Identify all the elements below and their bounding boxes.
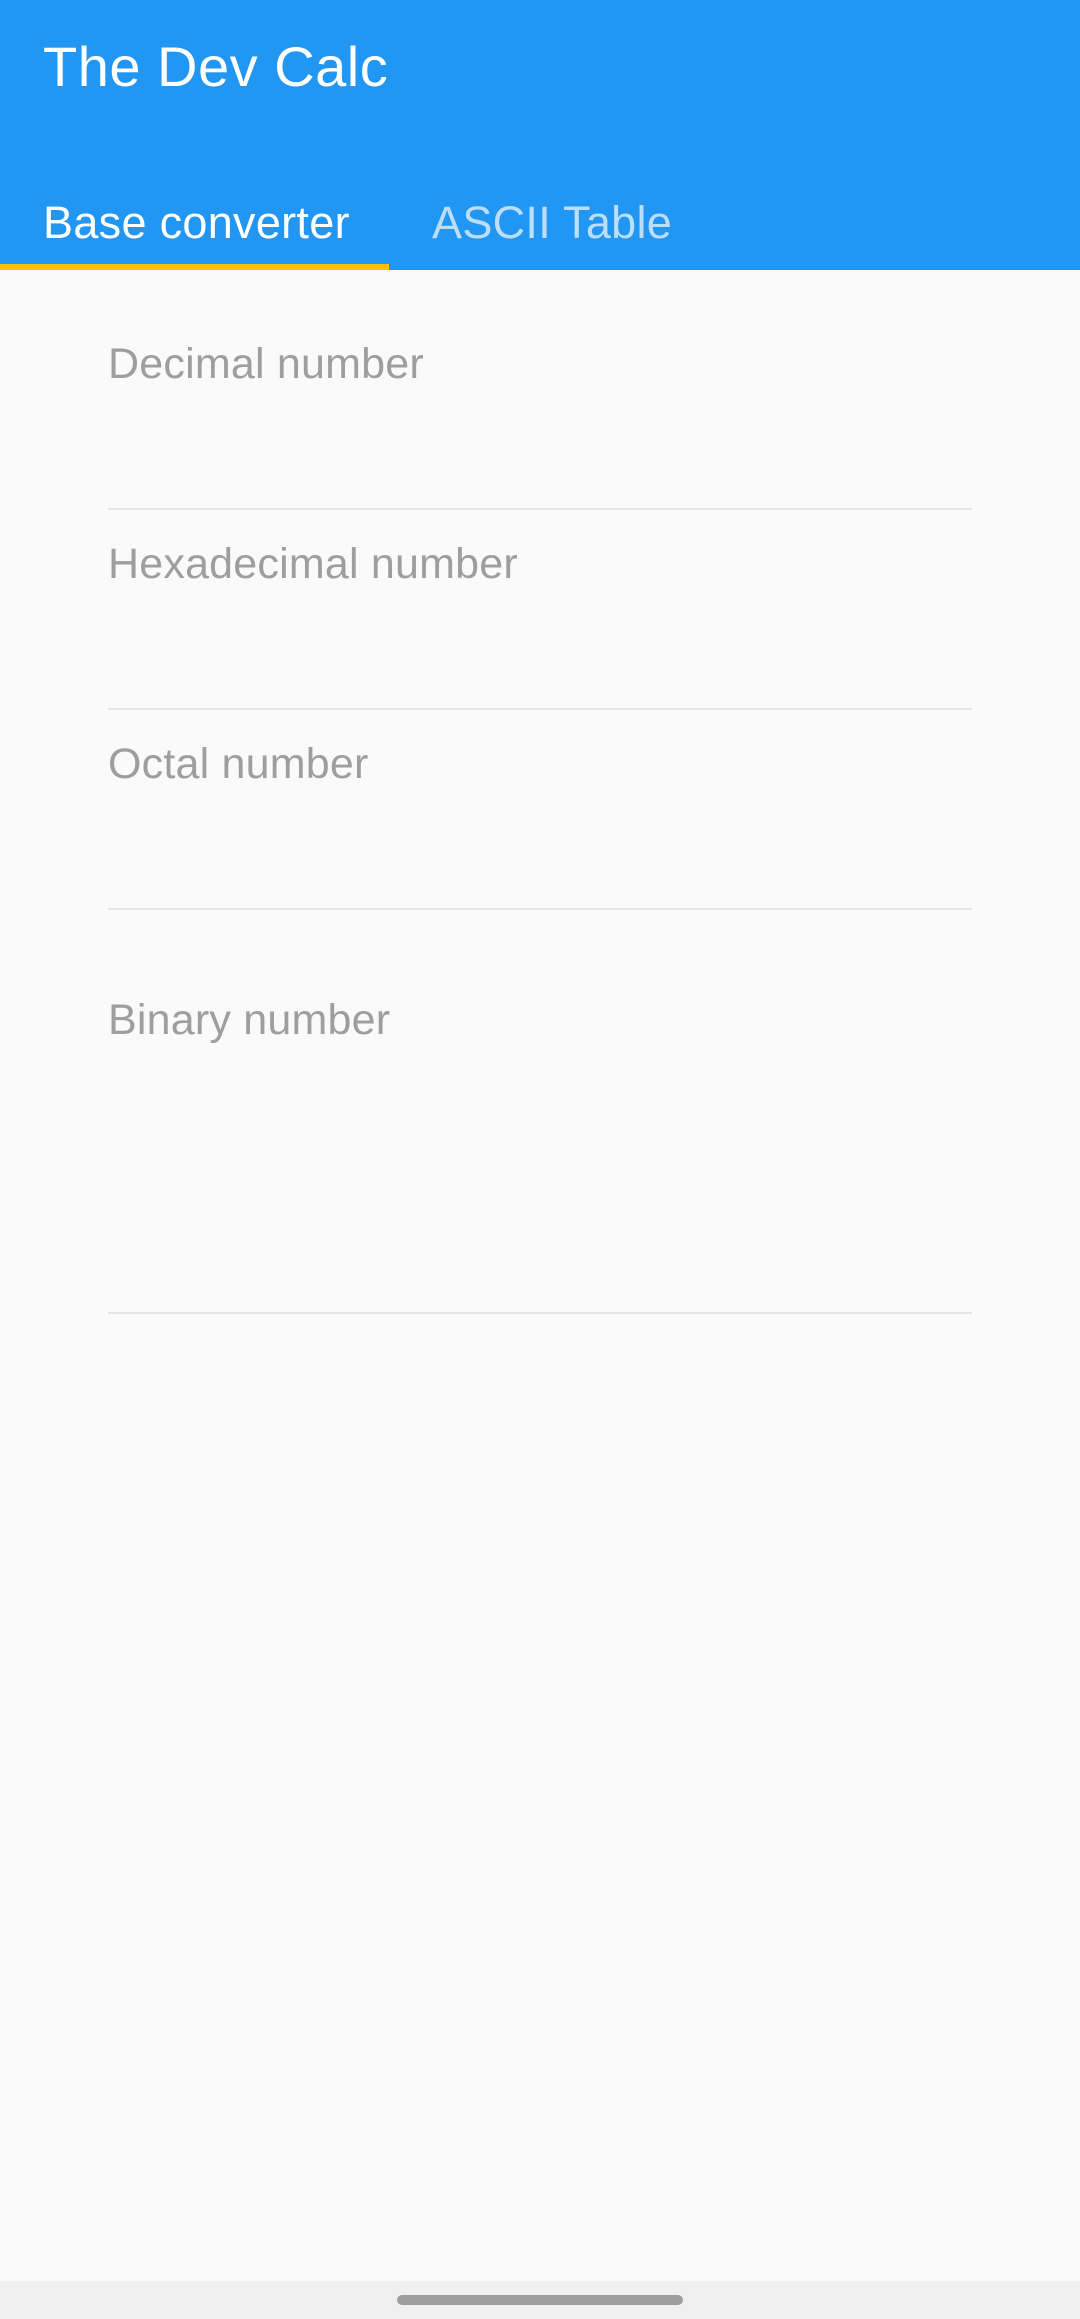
decimal-field[interactable]: Decimal number: [108, 320, 972, 510]
system-navigation-bar: [0, 2281, 1080, 2319]
app-bar: The Dev Calc Base converter ASCII Table: [0, 0, 1080, 270]
tab-indicator: [0, 264, 389, 270]
hexadecimal-field[interactable]: Hexadecimal number: [108, 520, 972, 710]
octal-input[interactable]: [108, 838, 972, 898]
app-title: The Dev Calc: [43, 35, 389, 98]
tab-ascii-table[interactable]: ASCII Table: [389, 176, 689, 270]
hexadecimal-field-label: Hexadecimal number: [108, 540, 518, 588]
tab-base-converter[interactable]: Base converter: [0, 176, 389, 270]
decimal-field-label: Decimal number: [108, 340, 424, 388]
hexadecimal-input[interactable]: [108, 638, 972, 698]
binary-field[interactable]: Binary number: [108, 960, 972, 1314]
octal-field-label: Octal number: [108, 740, 369, 788]
decimal-input[interactable]: [108, 438, 972, 498]
octal-field[interactable]: Octal number: [108, 720, 972, 910]
home-gesture-handle[interactable]: [397, 2295, 683, 2305]
binary-input[interactable]: [108, 1242, 972, 1302]
binary-field-label: Binary number: [108, 996, 391, 1044]
